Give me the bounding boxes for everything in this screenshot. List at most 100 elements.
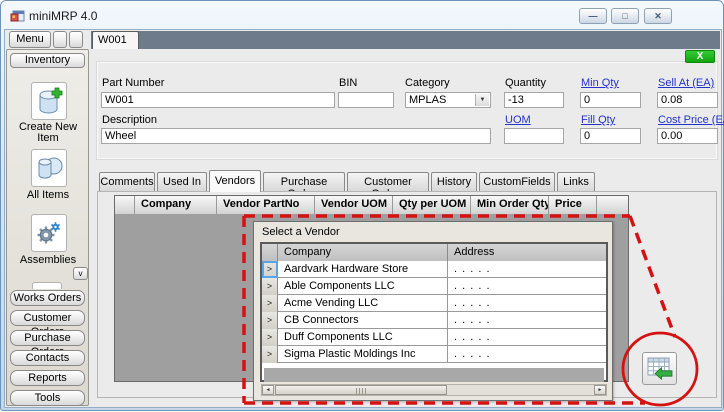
min-qty-link[interactable]: Min Qty xyxy=(581,77,619,89)
menu-extra-button-1[interactable] xyxy=(53,31,67,48)
row-selector-button[interactable]: > xyxy=(262,312,278,329)
uom-field[interactable] xyxy=(504,128,564,144)
vendor-row[interactable]: > Acme Vending LLC . . . . . xyxy=(262,295,606,312)
tab-purchase-orders[interactable]: Purchase Orders xyxy=(263,172,345,191)
table-arrow-icon xyxy=(647,357,673,381)
create-new-item-button[interactable] xyxy=(31,82,67,120)
cost-price-field[interactable] xyxy=(657,128,718,144)
bin-field[interactable] xyxy=(338,92,394,108)
title-bar[interactable]: miniMRP 4.0 — □ ✕ xyxy=(1,1,723,29)
vendor-company-cell[interactable]: CB Connectors xyxy=(278,312,448,328)
chevron-down-icon: v xyxy=(79,269,83,278)
vendor-company-cell[interactable]: Aardvark Hardware Store xyxy=(278,261,448,277)
item-details-group xyxy=(96,61,718,160)
sidebar-item-works-orders[interactable]: Works Orders xyxy=(10,290,85,306)
company-column-header[interactable]: Company xyxy=(135,196,217,214)
vendor-row[interactable]: > Duff Components LLC . . . . . xyxy=(262,329,606,346)
selector-column-header xyxy=(262,244,278,261)
scroll-right-button[interactable]: ► xyxy=(594,385,606,395)
vendor-company-cell[interactable]: Sigma Plastic Moldings Inc xyxy=(278,346,448,362)
fill-qty-link[interactable]: Fill Qty xyxy=(581,114,615,126)
vendor-partno-column-header[interactable]: Vendor PartNo xyxy=(217,196,315,214)
document-tab-w001[interactable]: W001 xyxy=(92,31,139,49)
maximize-icon: □ xyxy=(622,11,627,21)
min-qty-field[interactable] xyxy=(580,92,641,108)
sell-at-link[interactable]: Sell At (EA) xyxy=(658,77,714,89)
scroll-left-button[interactable]: ◄ xyxy=(262,385,274,395)
row-selector-button[interactable]: > xyxy=(262,329,278,346)
horizontal-scrollbar[interactable]: ◄ ► xyxy=(261,384,607,396)
vendor-picker-grid: Company Address > Aardvark Hardware Stor… xyxy=(260,242,608,382)
vendor-address-cell[interactable]: . . . . . xyxy=(448,346,606,362)
document-tab-label: W001 xyxy=(98,34,127,46)
menu-button[interactable]: Menu xyxy=(9,31,51,48)
sidebar-item-tools[interactable]: Tools xyxy=(10,390,85,406)
sell-at-field[interactable] xyxy=(657,92,718,108)
row-selector-button[interactable]: > xyxy=(262,346,278,363)
document-tabstrip: W001 xyxy=(91,31,720,49)
tab-customfields[interactable]: CustomFields xyxy=(479,172,555,191)
minimize-icon: — xyxy=(589,11,598,21)
vendor-row[interactable]: > CB Connectors . . . . . xyxy=(262,312,606,329)
part-number-field[interactable] xyxy=(101,92,335,108)
create-new-item-label: Create New Item xyxy=(11,122,85,144)
vendor-row[interactable]: > Able Components LLC . . . . . xyxy=(262,278,606,295)
grid-empty-area xyxy=(264,368,604,382)
qty-per-uom-column-header[interactable]: Qty per UOM xyxy=(393,196,471,214)
vendor-row[interactable]: > Aardvark Hardware Store . . . . . xyxy=(262,261,606,278)
tab-customer-orders[interactable]: Customer Orders xyxy=(347,172,429,191)
cost-price-link[interactable]: Cost Price (EA) xyxy=(658,114,724,126)
price-column-header[interactable]: Price xyxy=(549,196,597,214)
vendor-uom-column-header[interactable]: Vendor UOM xyxy=(315,196,393,214)
sidebar-item-reports[interactable]: Reports xyxy=(10,370,85,386)
maximize-button[interactable]: □ xyxy=(611,8,639,24)
tab-used-in[interactable]: Used In xyxy=(157,172,207,191)
row-selector-arrow-icon: > xyxy=(267,264,272,274)
fill-qty-field[interactable] xyxy=(580,128,641,144)
vendors-table-header: Company Vendor PartNo Vendor UOM Qty per… xyxy=(115,196,628,214)
vendor-company-cell[interactable]: Able Components LLC xyxy=(278,278,448,294)
menu-extra-button-2[interactable] xyxy=(69,31,83,48)
all-items-button[interactable] xyxy=(31,149,67,187)
close-button[interactable]: ✕ xyxy=(644,8,672,24)
hidden-tool-icon xyxy=(32,282,62,289)
chevron-down-icon[interactable]: ▼ xyxy=(475,94,489,106)
sidebar-item-contacts[interactable]: Contacts xyxy=(10,350,85,366)
sidebar-item-customer-orders[interactable]: Customer Orders xyxy=(10,310,85,326)
uom-link[interactable]: UOM xyxy=(505,114,531,126)
sidebar-group-inventory[interactable]: Inventory xyxy=(10,53,85,68)
vendor-company-cell[interactable]: Acme Vending LLC xyxy=(278,295,448,311)
row-selector-arrow-icon: > xyxy=(267,349,272,359)
scrollbar-thumb[interactable] xyxy=(275,385,447,395)
selector-column-header xyxy=(115,196,135,214)
tab-vendors[interactable]: Vendors xyxy=(209,170,261,192)
description-field[interactable] xyxy=(101,128,491,144)
close-item-button[interactable]: X xyxy=(685,50,715,63)
row-selector-button[interactable]: > xyxy=(262,295,278,312)
address-column-header[interactable]: Address xyxy=(448,244,606,261)
row-selector-button[interactable]: > xyxy=(262,278,278,295)
vendor-address-cell[interactable]: . . . . . xyxy=(448,312,606,328)
row-selector-button[interactable]: > xyxy=(262,261,278,278)
vendor-company-cell[interactable]: Duff Components LLC xyxy=(278,329,448,345)
category-dropdown[interactable]: MPLAS ▼ xyxy=(405,92,491,108)
vendor-address-cell[interactable]: . . . . . xyxy=(448,261,606,277)
tab-history[interactable]: History xyxy=(431,172,477,191)
vendor-address-cell[interactable]: . . . . . xyxy=(448,329,606,345)
scroll-right-icon: ► xyxy=(598,387,603,393)
vendor-address-cell[interactable]: . . . . . xyxy=(448,295,606,311)
sidebar-overflow-button[interactable]: v xyxy=(73,267,88,280)
assemblies-button[interactable] xyxy=(31,214,67,252)
minimize-button[interactable]: — xyxy=(579,8,607,24)
vendor-address-cell[interactable]: . . . . . xyxy=(448,278,606,294)
tab-comments[interactable]: Comments xyxy=(99,172,155,191)
sidebar-item-purchase-orders[interactable]: Purchase Orders xyxy=(10,330,85,346)
category-label: Category xyxy=(405,77,450,89)
vendor-row[interactable]: > Sigma Plastic Moldings Inc . . . . . xyxy=(262,346,606,363)
company-column-header[interactable]: Company xyxy=(278,244,448,261)
tab-links[interactable]: Links xyxy=(557,172,595,191)
quantity-field[interactable] xyxy=(504,92,564,108)
window-title: miniMRP 4.0 xyxy=(29,9,97,23)
min-order-qty-column-header[interactable]: Min Order Qty xyxy=(471,196,549,214)
pick-vendor-grid-button[interactable] xyxy=(642,352,677,385)
